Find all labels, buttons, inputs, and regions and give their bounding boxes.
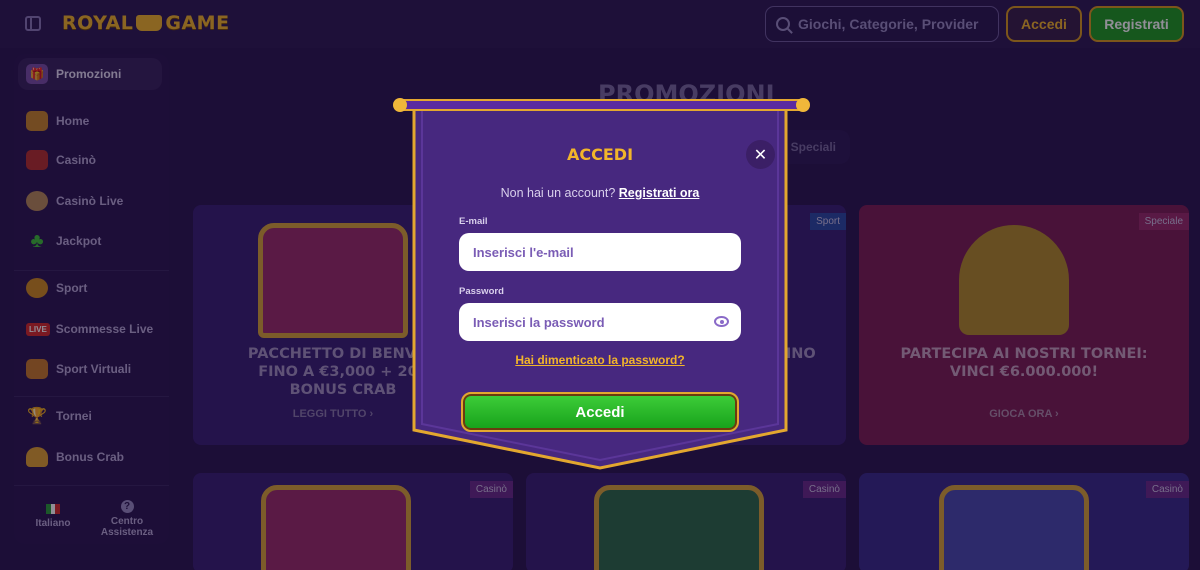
banner-rod-knob-right <box>796 98 810 112</box>
banner-rod-knob-left <box>393 98 407 112</box>
password-label: Password <box>459 286 504 297</box>
email-label: E-mail <box>459 216 488 227</box>
register-now-link[interactable]: Registrati ora <box>619 186 700 200</box>
no-account-text: Non hai un account? <box>500 186 616 200</box>
email-input[interactable] <box>473 244 703 260</box>
password-input[interactable] <box>473 314 703 330</box>
email-field[interactable] <box>459 233 741 271</box>
close-icon[interactable]: ✕ <box>746 140 775 169</box>
password-field[interactable] <box>459 303 741 341</box>
banner-rod <box>396 99 808 111</box>
show-password-eye-icon[interactable] <box>714 316 729 327</box>
no-account-row: Non hai un account? Registrati ora <box>412 186 788 200</box>
modal-title: ACCEDI <box>566 145 634 164</box>
submit-login-button[interactable]: Accedi <box>461 392 739 432</box>
forgot-password-link[interactable]: Hai dimenticato la password? <box>412 353 788 367</box>
